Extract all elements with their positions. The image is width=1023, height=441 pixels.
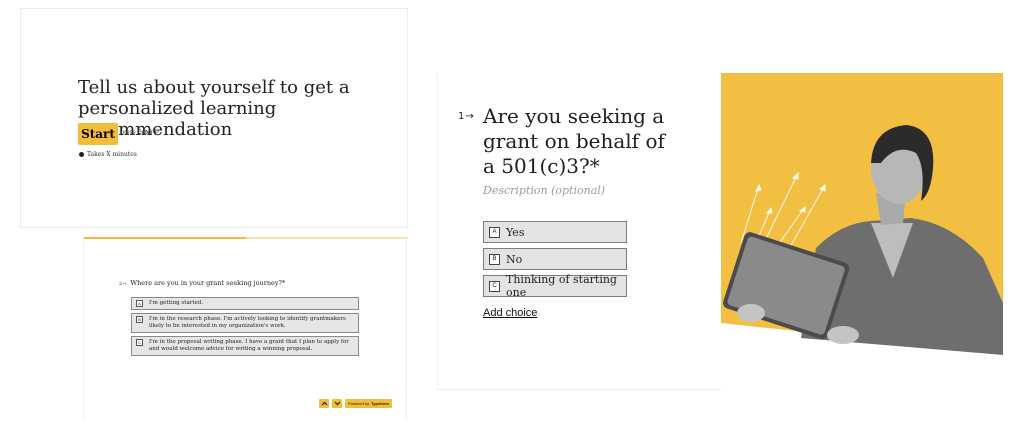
choice-yes[interactable]: A Yes <box>483 221 627 243</box>
choice-key: A <box>489 227 500 238</box>
progress-fill <box>84 237 246 239</box>
choice-no[interactable]: B No <box>483 248 627 270</box>
choice-a[interactable]: A I'm getting started. <box>131 297 359 310</box>
choice-key: B <box>136 316 143 323</box>
choice-key: C <box>489 281 500 292</box>
choice-label: Yes <box>506 225 525 239</box>
choice-label: I'm getting started. <box>149 300 204 306</box>
choice-c[interactable]: C I'm in the proposal writing phase. I h… <box>131 336 359 356</box>
powered-by-badge[interactable]: Powered by Typeform <box>345 399 393 408</box>
time-note: Takes X minutes <box>87 151 137 158</box>
enter-icon: ↵ <box>154 130 160 136</box>
question-number: 2→ <box>119 281 126 287</box>
choice-label: I'm in the research phase. I'm actively … <box>149 316 346 329</box>
choice-key: B <box>489 254 500 265</box>
journey-question-screen: 2→ Where are you in your grant seeking j… <box>83 237 408 420</box>
welcome-screen: Tell us about yourself to get a personal… <box>20 8 408 228</box>
choice-key: C <box>136 339 143 346</box>
start-button[interactable]: Start <box>78 123 118 145</box>
choice-label: No <box>506 252 523 266</box>
question-text: Where are you in your grant seeking jour… <box>130 279 286 287</box>
question-editor-screen: 1 → Are you seeking a grant on behalf of … <box>437 73 1003 390</box>
press-prefix: press <box>121 130 136 136</box>
previous-button[interactable] <box>319 399 329 408</box>
arrow-right-icon: → <box>465 111 474 122</box>
choice-key: A <box>136 300 143 307</box>
chevron-down-icon <box>334 401 340 406</box>
brand-name: Typeform <box>371 401 390 406</box>
description-field[interactable]: Description (optional) <box>483 184 605 197</box>
arrow-right-icon: → <box>122 281 127 287</box>
enter-key-label: Enter <box>137 130 153 136</box>
navigation-controls: Powered by Typeform <box>319 399 393 408</box>
hero-image <box>721 73 1003 390</box>
question-title[interactable]: Are you seeking a grant on behalf of a 5… <box>483 104 683 179</box>
time-estimate: Takes X minutes <box>79 151 137 158</box>
add-choice-link[interactable]: Add choice <box>483 307 537 319</box>
woman-with-tablet-illustration <box>721 125 1003 390</box>
question-number-value: 1 <box>458 111 465 122</box>
choice-label: Thinking of starting one <box>506 273 617 299</box>
progress-bar <box>84 237 408 239</box>
choice-label: I'm in the proposal writing phase. I hav… <box>149 339 349 352</box>
powered-prefix: Powered by <box>348 401 370 406</box>
next-button[interactable] <box>332 399 342 408</box>
chevron-up-icon <box>321 401 327 406</box>
clock-icon <box>79 152 84 157</box>
question-number: 1 → <box>458 111 474 122</box>
choice-b[interactable]: B I'm in the research phase. I'm activel… <box>131 313 359 333</box>
choice-thinking[interactable]: C Thinking of starting one <box>483 273 627 299</box>
press-enter-hint: press Enter ↵ <box>121 129 159 136</box>
journey-options: A I'm getting started. B I'm in the rese… <box>131 297 359 359</box>
choice-list: A Yes B No C Thinking of starting one <box>483 221 627 302</box>
journey-question: 2→ Where are you in your grant seeking j… <box>119 279 285 287</box>
